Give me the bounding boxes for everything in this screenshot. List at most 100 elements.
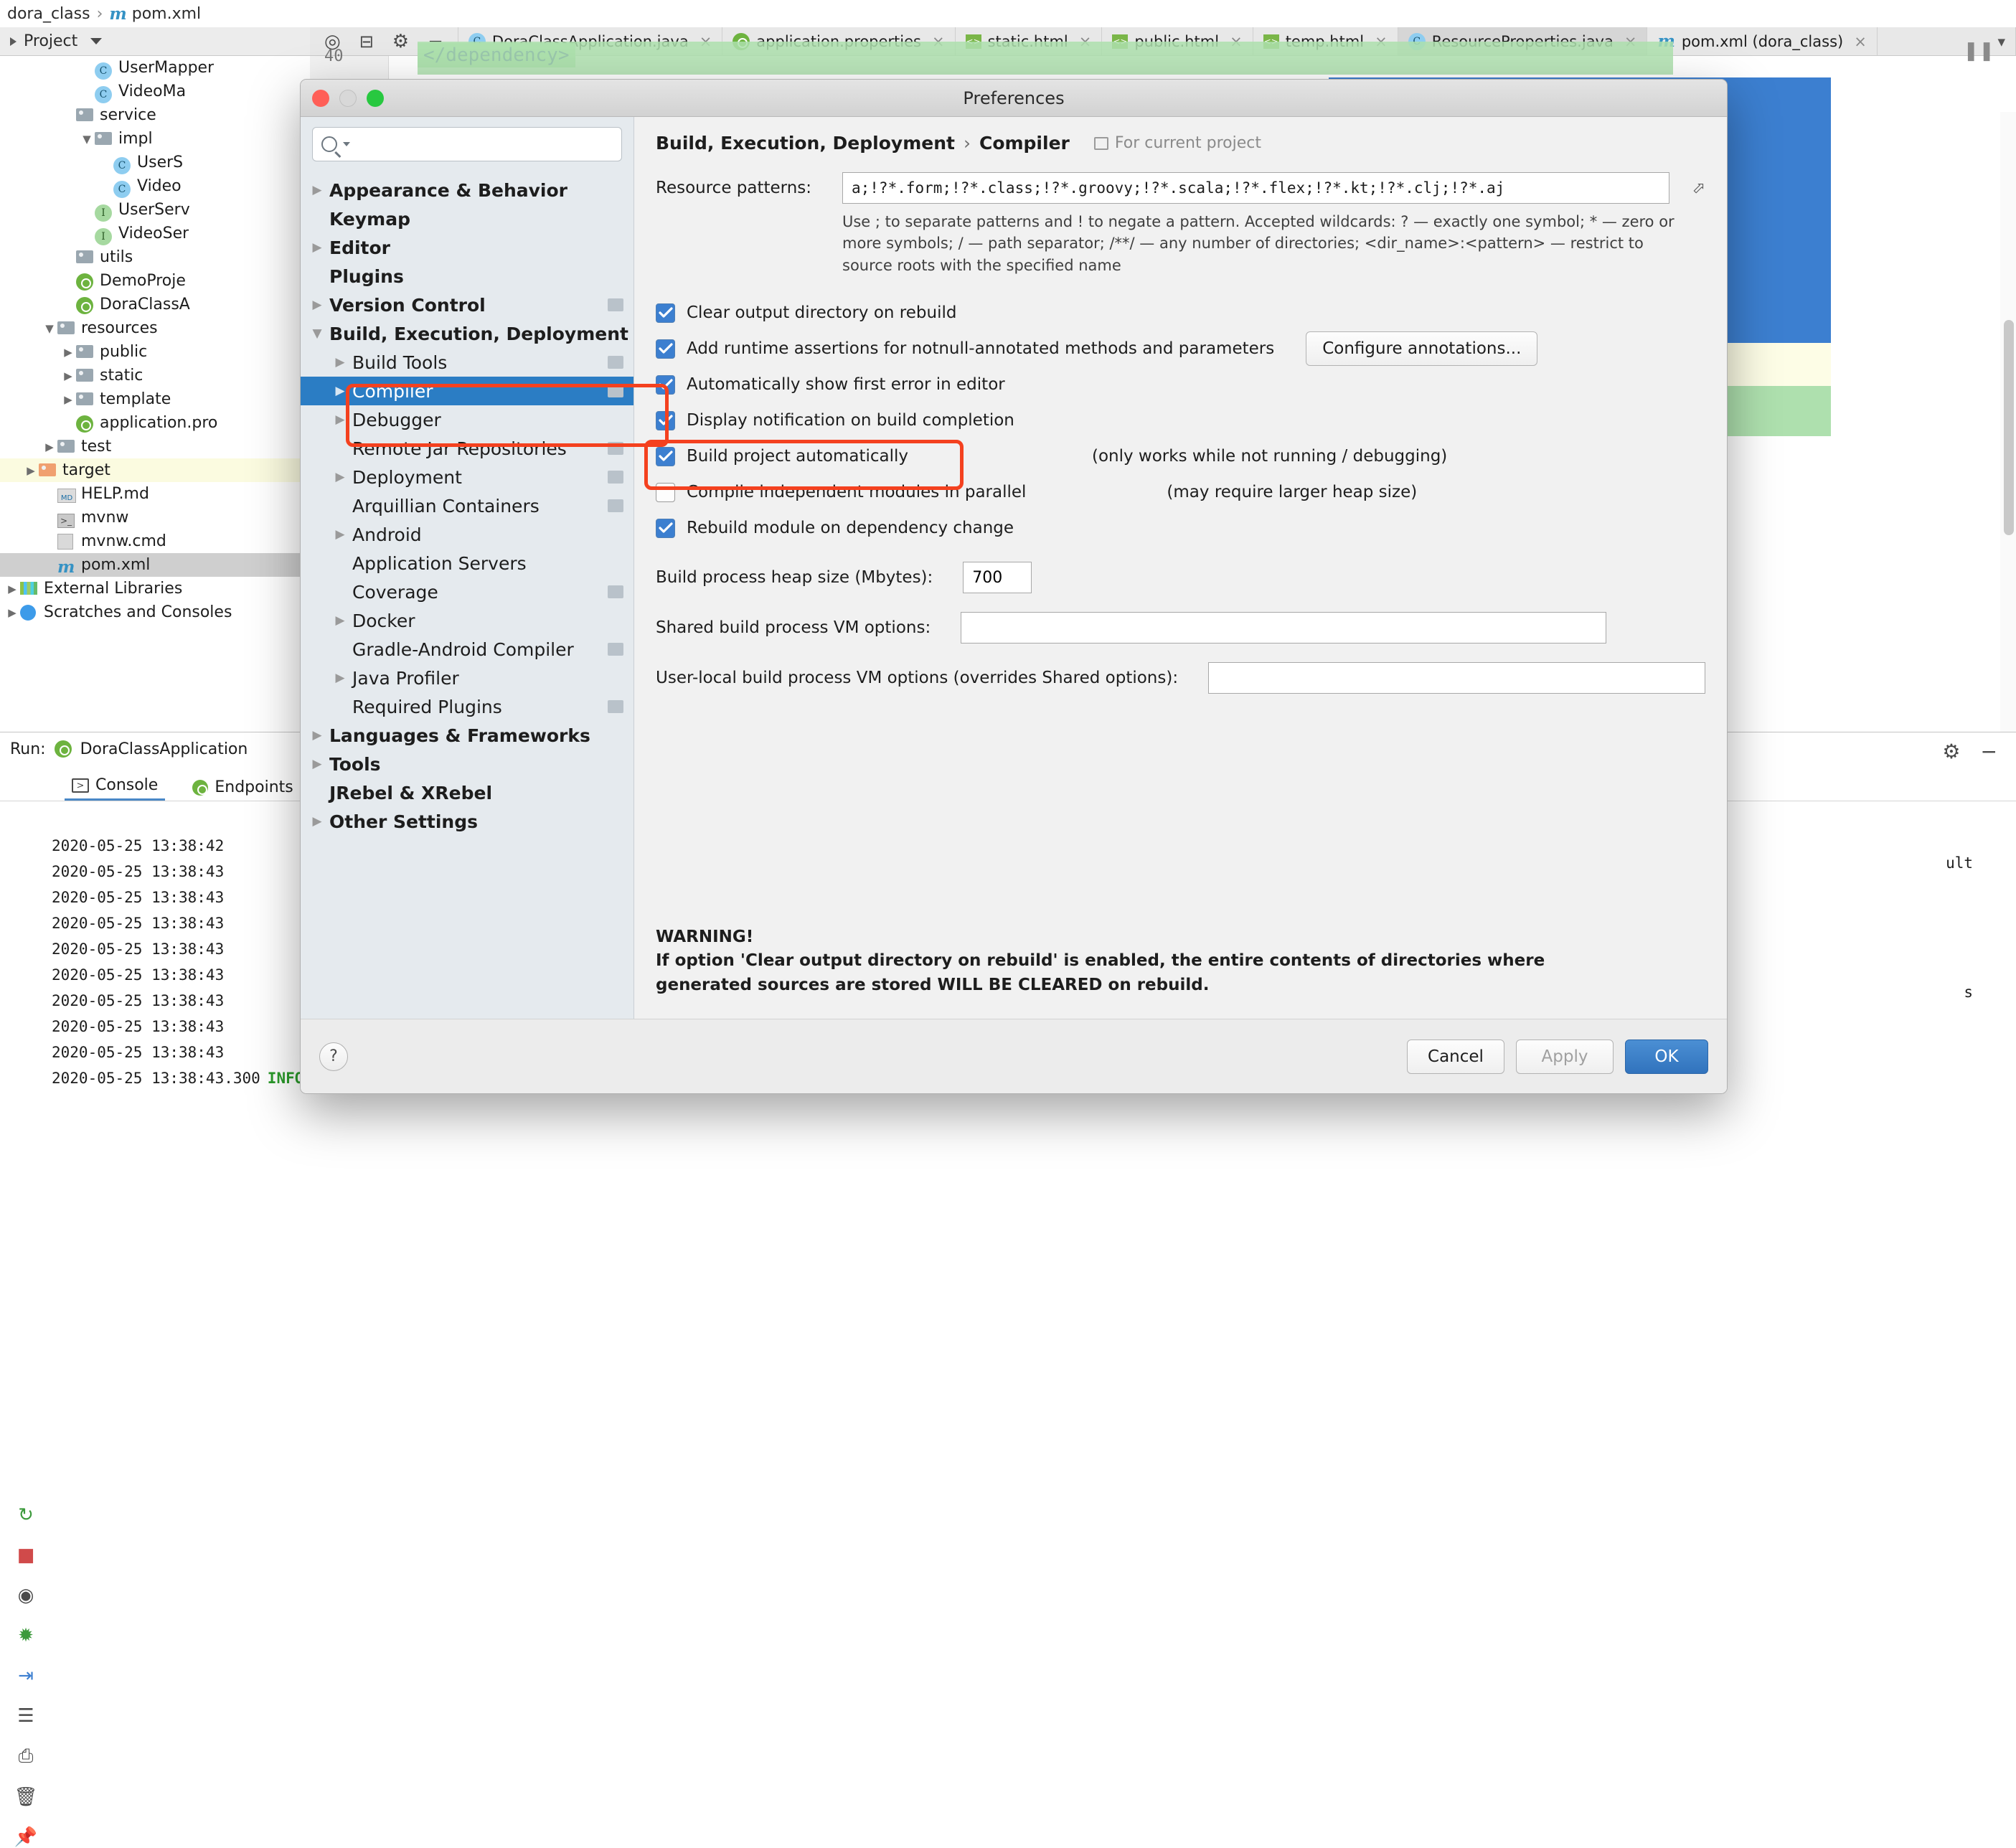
chevron-right-icon[interactable]: ▶ xyxy=(328,613,352,628)
tree-row[interactable]: ▶CVideo xyxy=(0,174,310,198)
tree-row[interactable]: ▶ External Libraries xyxy=(0,577,310,600)
chevron-right-icon[interactable]: ▶ xyxy=(4,583,20,595)
settings-tree-item[interactable]: Coverage xyxy=(301,578,633,606)
settings-field-input[interactable] xyxy=(1208,662,1705,694)
minimize-icon[interactable] xyxy=(339,90,357,107)
chevron-right-icon[interactable]: ▶ xyxy=(305,298,329,312)
chevron-right-icon[interactable]: ▶ xyxy=(42,440,57,453)
chevron-down-icon[interactable] xyxy=(343,142,350,146)
stop-icon[interactable]: ■ xyxy=(14,1545,38,1566)
gear-icon[interactable]: ⚙ xyxy=(392,31,409,52)
chevron-right-icon[interactable]: ▶ xyxy=(23,464,39,477)
cancel-button[interactable]: Cancel xyxy=(1407,1039,1504,1074)
checkbox-row[interactable]: Compile independent modules in parallel (… xyxy=(656,474,1705,510)
checkbox-checked-icon[interactable] xyxy=(656,410,675,430)
settings-tree-item[interactable]: ▶ Android xyxy=(301,520,633,549)
tree-row[interactable]: ▶DoraClassA xyxy=(0,293,310,316)
tree-row[interactable]: ▶ test xyxy=(0,435,310,458)
tree-row[interactable]: ▼ resources xyxy=(0,316,310,340)
editor-tab[interactable]: mpom.xml (dora_class)× xyxy=(1647,27,1878,55)
settings-tree-item[interactable]: Plugins xyxy=(301,262,633,291)
minimize-icon[interactable]: − xyxy=(1981,740,1997,763)
help-button[interactable]: ? xyxy=(319,1042,348,1071)
settings-tree-item[interactable]: Application Servers xyxy=(301,549,633,578)
configure-annotations-button[interactable]: Configure annotations... xyxy=(1306,331,1538,367)
settings-tree-item[interactable]: Remote Jar Repositories xyxy=(301,434,633,463)
chevron-right-icon[interactable]: ▶ xyxy=(4,606,20,619)
checkbox-checked-icon[interactable] xyxy=(656,518,675,538)
checkbox-checked-icon[interactable] xyxy=(656,374,675,395)
tree-row[interactable]: ▶ target xyxy=(0,458,310,482)
settings-tree-item[interactable]: ▶ Docker xyxy=(301,606,633,635)
settings-tree-item[interactable]: ▶ Compiler xyxy=(301,377,633,405)
export-icon[interactable]: ⇥ xyxy=(14,1665,38,1687)
checkbox-row[interactable]: Add runtime assertions for notnull-annot… xyxy=(656,331,1705,367)
tree-row[interactable]: ▶ public xyxy=(0,340,310,364)
settings-tree-item[interactable]: Keymap xyxy=(301,204,633,233)
settings-tree-item[interactable]: ▶ Appearance & Behavior xyxy=(301,176,633,204)
settings-tree-item[interactable]: ▶ Editor xyxy=(301,233,633,262)
tree-row[interactable]: ▶service xyxy=(0,103,310,127)
settings-tree-item[interactable]: ▶ Tools xyxy=(301,750,633,778)
tree-row[interactable]: ▼ impl xyxy=(0,127,310,151)
scrollbar-thumb[interactable] xyxy=(2004,320,2014,535)
tree-row[interactable]: ▶IUserServ xyxy=(0,198,310,222)
settings-tree[interactable]: ▶ Appearance & Behavior Keymap ▶ Editor Plugi… xyxy=(301,169,633,1019)
checkbox-checked-icon[interactable] xyxy=(656,446,675,466)
settings-tree-item[interactable]: ▶ Deployment xyxy=(301,463,633,491)
settings-tree-item[interactable]: ▼ Build, Execution, Deployment xyxy=(301,319,633,348)
print-icon[interactable]: ⎙ xyxy=(14,1745,38,1768)
ok-button[interactable]: OK xyxy=(1625,1039,1708,1074)
settings-tree-item[interactable]: Gradle-Android Compiler xyxy=(301,635,633,664)
tree-row[interactable]: ▶mvnw.cmd xyxy=(0,529,310,553)
chevron-right-icon[interactable]: ▶ xyxy=(305,728,329,742)
tab-endpoints[interactable]: Endpoints xyxy=(185,774,300,801)
search-input[interactable] xyxy=(312,127,622,161)
close-icon[interactable] xyxy=(312,90,329,107)
tree-row[interactable]: ▶MDHELP.md xyxy=(0,482,310,506)
chevron-right-icon[interactable]: ▶ xyxy=(328,412,352,427)
tree-row[interactable]: ▶application.pro xyxy=(0,411,310,435)
trash-icon[interactable]: 🗑 xyxy=(14,1786,38,1808)
chevron-right-icon[interactable]: ▶ xyxy=(60,369,76,382)
tree-row[interactable]: ▶>_mvnw xyxy=(0,506,310,529)
tree-row[interactable]: ▶CVideoMa xyxy=(0,80,310,103)
settings-tree-item[interactable]: ▶ Version Control xyxy=(301,291,633,319)
chevron-right-icon[interactable]: ▶ xyxy=(60,346,76,359)
tree-row[interactable]: ▶ Scratches and Consoles xyxy=(0,600,310,624)
settings-tree-item[interactable]: Arquillian Containers xyxy=(301,491,633,520)
chevron-right-icon[interactable]: ▶ xyxy=(328,355,352,369)
run-configuration-name[interactable]: DoraClassApplication xyxy=(80,740,248,758)
expand-icon[interactable]: ⬀ xyxy=(1692,179,1705,197)
chevron-down-icon[interactable]: ▼ xyxy=(305,326,329,341)
collapse-icon[interactable]: ⊟ xyxy=(359,32,374,52)
chevron-down-icon[interactable] xyxy=(90,38,103,44)
settings-tree-item[interactable]: ▶ Java Profiler xyxy=(301,664,633,692)
settings-tree-item[interactable]: Required Plugins xyxy=(301,692,633,721)
preferences-dialog[interactable]: Preferences ▶ Appearance & Behavior Keymap… xyxy=(300,79,1728,1094)
checkbox-checked-icon[interactable] xyxy=(656,303,675,323)
settings-field-input[interactable] xyxy=(961,612,1607,644)
chevron-right-icon[interactable]: ▶ xyxy=(328,470,352,484)
tree-row[interactable]: ▶DemoProje xyxy=(0,269,310,293)
checkbox-row[interactable]: Automatically show first error in editor xyxy=(656,367,1705,402)
settings-tree-item[interactable]: ▶ Languages & Frameworks xyxy=(301,721,633,750)
resource-patterns-input[interactable]: a;!?*.form;!?*.class;!?*.groovy;!?*.scal… xyxy=(842,172,1669,204)
chevron-right-icon[interactable]: ▶ xyxy=(305,240,329,255)
checkbox-row[interactable]: Clear output directory on rebuild xyxy=(656,295,1705,331)
apply-button[interactable]: Apply xyxy=(1516,1039,1614,1074)
rerun-icon[interactable]: ↻ xyxy=(14,1504,38,1526)
settings-breadcrumb-root[interactable]: Build, Execution, Deployment xyxy=(656,133,955,154)
settings-tree-item[interactable]: ▶ Debugger xyxy=(301,405,633,434)
tree-row[interactable]: ▶ template xyxy=(0,387,310,411)
tree-row[interactable]: ▶CUserS xyxy=(0,151,310,174)
chevron-down-icon[interactable]: ▼ xyxy=(79,133,95,146)
gear-icon[interactable]: ⚙ xyxy=(1942,740,1960,763)
close-icon[interactable]: × xyxy=(1854,33,1867,50)
checkbox-row[interactable]: Rebuild module on dependency change xyxy=(656,510,1705,546)
chevron-right-icon[interactable]: ▶ xyxy=(305,757,329,771)
tree-row[interactable]: ▶mpom.xml xyxy=(0,553,310,577)
chevron-right-icon[interactable]: ▶ xyxy=(60,393,76,406)
chevron-right-icon[interactable]: ▶ xyxy=(305,183,329,197)
project-panel-header[interactable]: Project xyxy=(0,27,310,56)
